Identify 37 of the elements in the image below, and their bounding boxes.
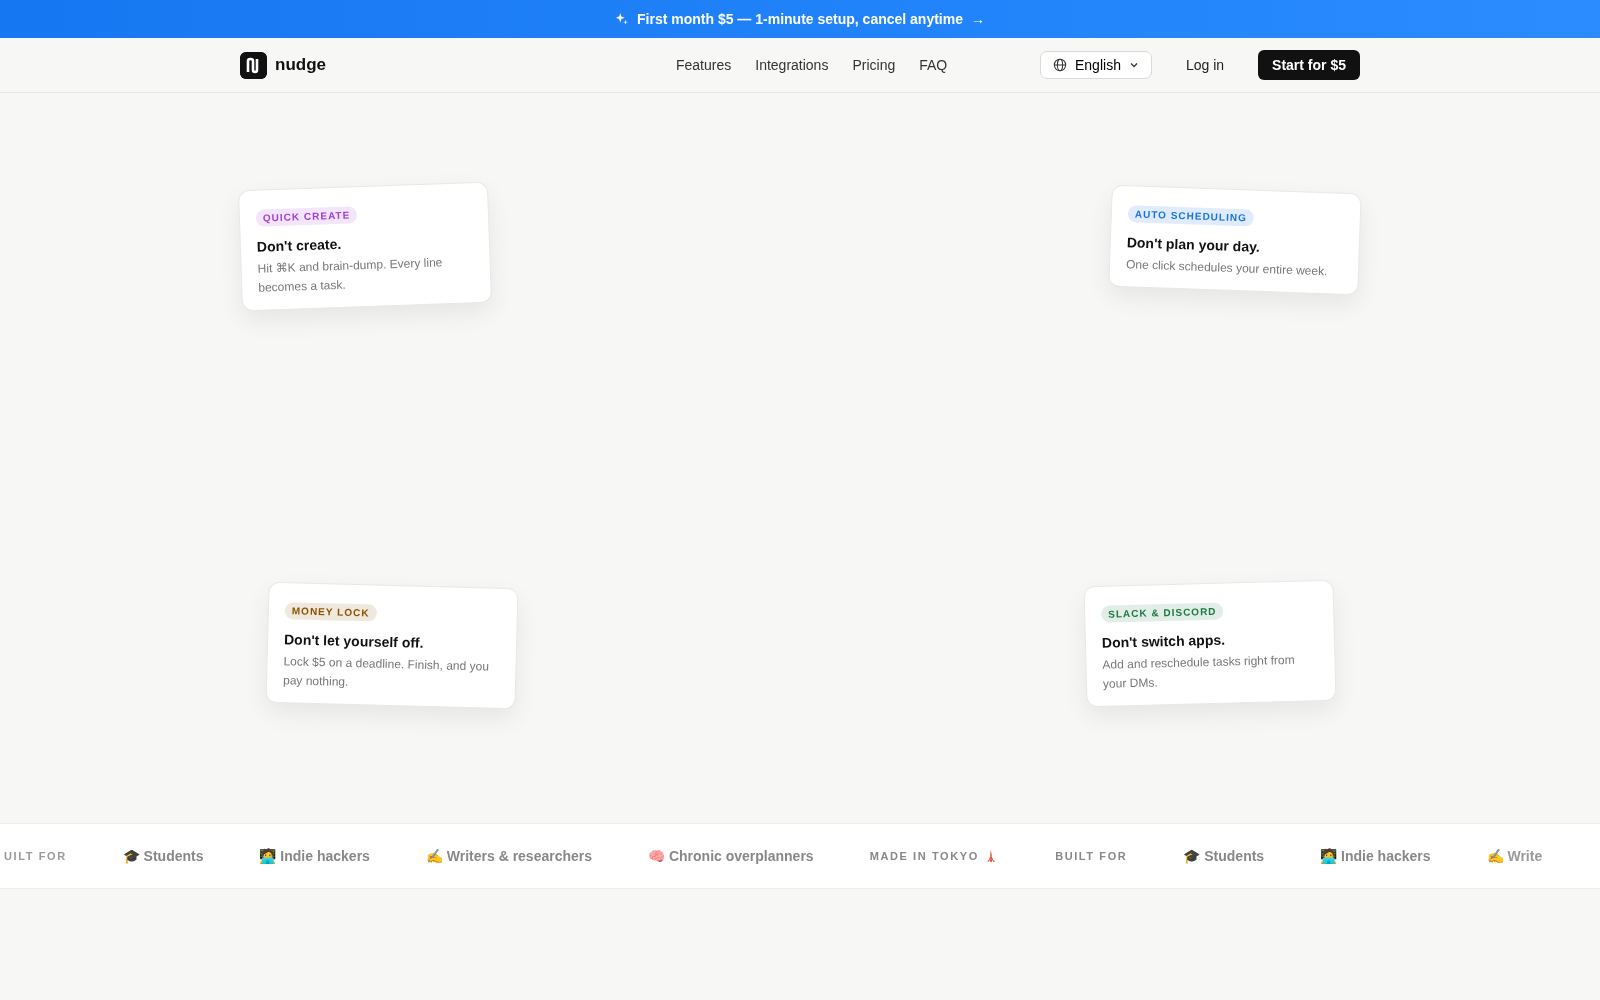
marquee-label: BUILT FOR [1055, 848, 1128, 864]
announcement-link[interactable]: First month $5 — 1-minute setup, cancel anytime [637, 8, 963, 30]
feature-tag: MONEY LOCK [284, 602, 377, 622]
feature-title: Don't let yourself off. [283, 630, 425, 653]
feature-title: Don't switch apps. [1101, 630, 1227, 653]
feature-description: One click schedules your entire week. [1125, 256, 1329, 281]
language-select[interactable]: English [1040, 51, 1152, 79]
feature-description: Hit ⌘K and brain-dump. Every line becomes a task. [257, 254, 444, 297]
nav-link[interactable]: Features [676, 54, 732, 76]
nav-link[interactable]: FAQ [919, 54, 948, 76]
start-button[interactable]: Start for $5 [1258, 50, 1360, 80]
audience-item: 🧑‍💻 Indie hackers [1320, 846, 1431, 866]
brand-name[interactable]: nudge [275, 52, 326, 78]
audience-item: ✍ Write [1486, 846, 1543, 866]
audience-item: ✍ Writers & researchers [425, 846, 593, 866]
globe-icon [1053, 58, 1067, 72]
arrow-icon: → [971, 8, 985, 30]
feature-tag: AUTO SCHEDULING [1127, 205, 1255, 227]
login-link[interactable]: Log in [1185, 54, 1225, 76]
chevron-down-icon [1128, 60, 1139, 70]
logo-icon[interactable] [240, 51, 267, 79]
feature-description: Lock $5 on a deadline. Finish, and you pay nothing. [282, 653, 491, 692]
marquee-label: MADE IN TOKYO 🗼 [869, 848, 1000, 864]
marquee-label: UILT FOR [4, 848, 67, 864]
feature-description: Add and reschedule tasks right from your DMs. [1102, 651, 1296, 693]
audience-item: 🧠 Chronic overplanners [648, 846, 814, 866]
nav-link[interactable]: Pricing [852, 54, 896, 76]
feature-tag: SLACK & DISCORD [1100, 602, 1224, 623]
audience-item: 🎓 Students [1183, 846, 1265, 866]
audience-item: 🎓 Students [122, 846, 204, 866]
feature-tag: QUICK CREATE [255, 206, 358, 227]
audience-item: 🧑‍💻 Indie hackers [259, 846, 370, 866]
feature-title: Don't plan your day. [1126, 233, 1262, 257]
language-label: English [1075, 55, 1121, 75]
nav-link[interactable]: Integrations [755, 54, 829, 76]
sparkle-icon [615, 12, 629, 26]
feature-title: Don't create. [256, 234, 343, 257]
